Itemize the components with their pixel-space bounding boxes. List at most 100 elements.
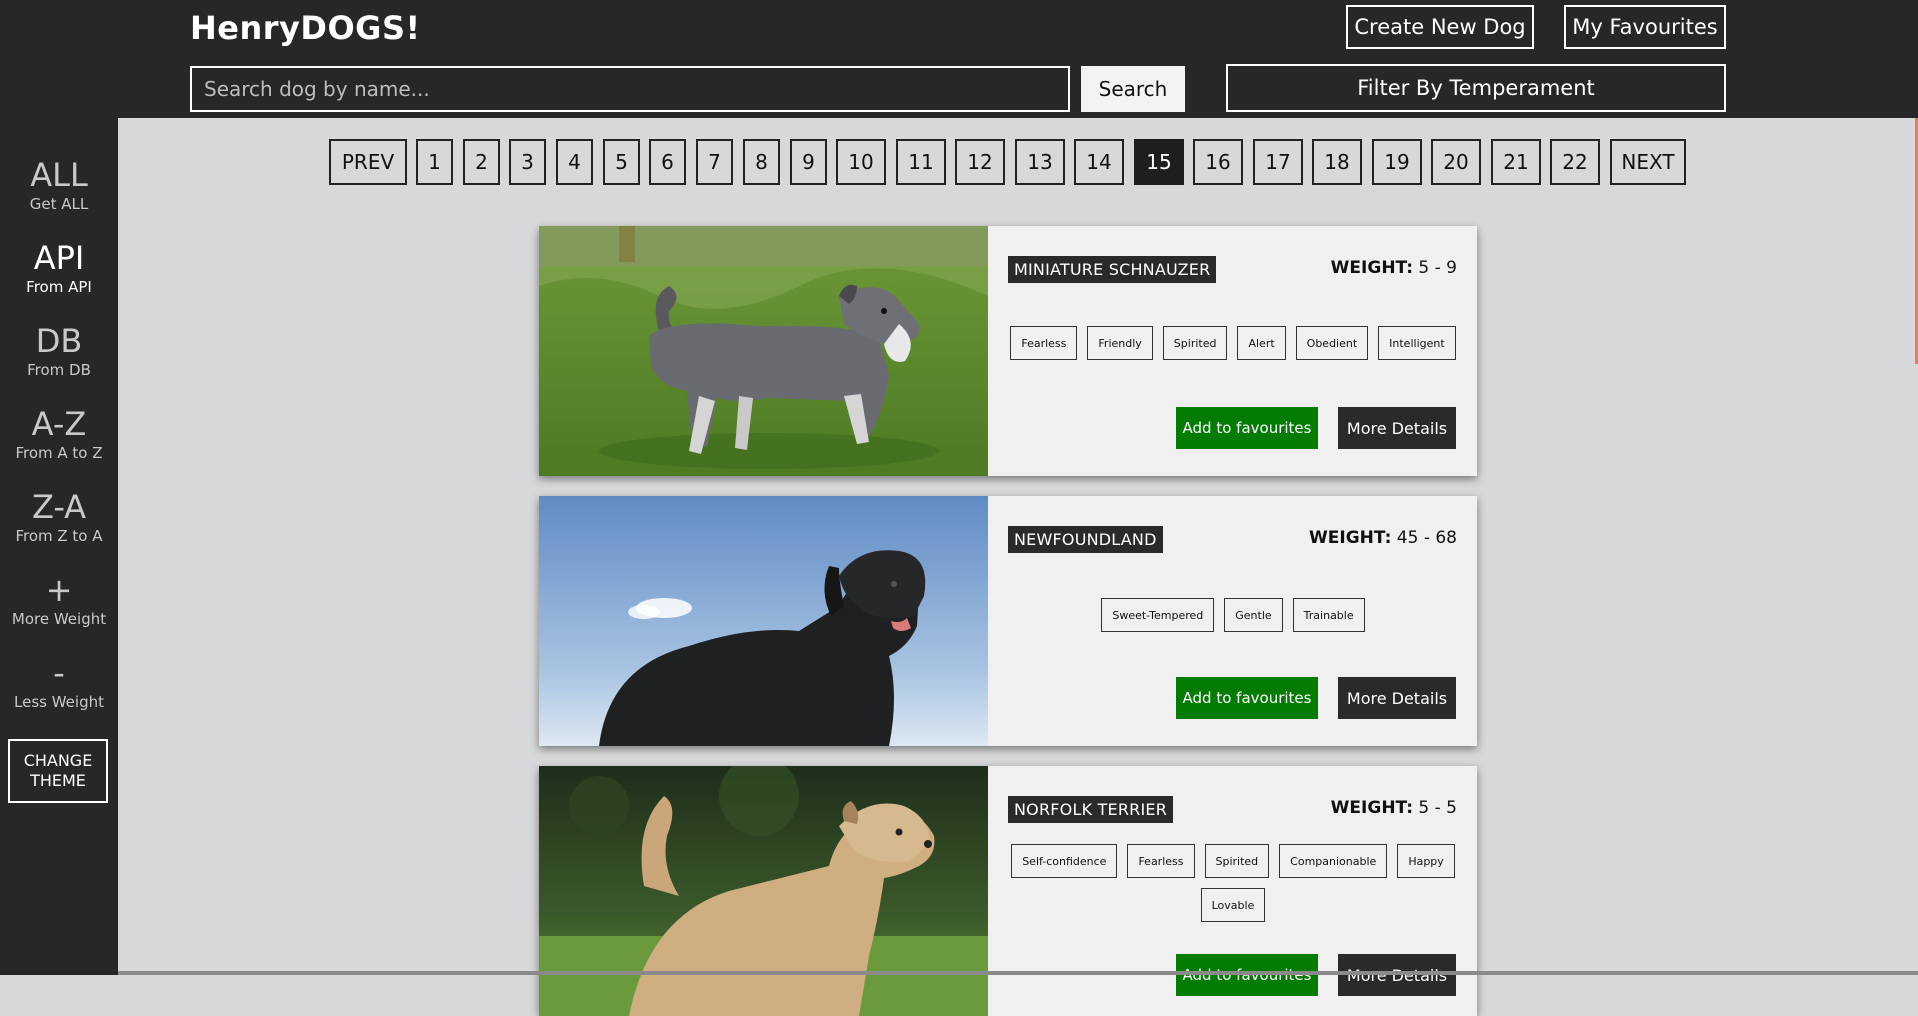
dog-name[interactable]: NORFOLK TERRIER bbox=[1008, 796, 1174, 823]
search-input[interactable] bbox=[190, 66, 1070, 112]
sidebar: ALL Get ALL API From API DB From DB A-Z … bbox=[0, 118, 118, 975]
page-button-22[interactable]: 22 bbox=[1550, 139, 1600, 185]
change-theme-button[interactable]: CHANGE THEME bbox=[8, 739, 108, 803]
sidebar-item-db[interactable]: DB From DB bbox=[0, 324, 118, 379]
dog-card: NORFOLK TERRIER WEIGHT: 5 - 5 Self-confi… bbox=[539, 766, 1477, 1016]
page-button-12[interactable]: 12 bbox=[955, 139, 1005, 185]
page-button-16[interactable]: 16 bbox=[1193, 139, 1243, 185]
page-button-2[interactable]: 2 bbox=[463, 139, 500, 185]
sidebar-item-subtitle: Get ALL bbox=[29, 195, 89, 213]
page-button-10[interactable]: 10 bbox=[836, 139, 886, 185]
sidebar-item-title: Z-A bbox=[31, 488, 87, 526]
dog-weight: WEIGHT: 5 - 9 bbox=[1331, 258, 1457, 278]
pagination-next-button[interactable]: NEXT bbox=[1610, 139, 1686, 185]
page-button-1[interactable]: 1 bbox=[416, 139, 453, 185]
page-button-4[interactable]: 4 bbox=[556, 139, 593, 185]
dog-name[interactable]: MINIATURE SCHNAUZER bbox=[1008, 256, 1217, 283]
dog-weight: WEIGHT: 45 - 68 bbox=[1309, 528, 1457, 548]
filter-temperament-button[interactable]: Filter By Temperament bbox=[1226, 64, 1726, 112]
dog-photo-miniature-schnauzer bbox=[539, 226, 988, 476]
weight-label: WEIGHT: bbox=[1309, 528, 1392, 548]
temperament-list: Fearless Friendly Spirited Alert Obedien… bbox=[1008, 326, 1458, 360]
temperament-tag: Sweet-Tempered bbox=[1101, 598, 1215, 632]
sidebar-item-subtitle: From API bbox=[26, 278, 92, 296]
page-button-13[interactable]: 13 bbox=[1015, 139, 1065, 185]
bottom-edge bbox=[0, 971, 1918, 975]
dog-card: NEWFOUNDLAND WEIGHT: 45 - 68 Sweet-Tempe… bbox=[539, 496, 1477, 746]
sidebar-item-a-z[interactable]: A-Z From A to Z bbox=[0, 407, 118, 462]
page-button-15-current[interactable]: 15 bbox=[1134, 139, 1184, 185]
theme-label-line-1: CHANGE bbox=[23, 751, 93, 770]
temperament-tag: Spirited bbox=[1162, 326, 1228, 360]
temperament-tag: Lovable bbox=[1200, 888, 1266, 922]
weight-label: WEIGHT: bbox=[1330, 258, 1414, 278]
dog-card: MINIATURE SCHNAUZER WEIGHT: 5 - 9 Fearle… bbox=[539, 226, 1477, 476]
add-to-favourites-button[interactable]: Add to favourites bbox=[1176, 677, 1318, 719]
pagination-prev-button[interactable]: PREV bbox=[329, 139, 407, 185]
page-button-17[interactable]: 17 bbox=[1253, 139, 1303, 185]
temperament-tag: Friendly bbox=[1087, 326, 1153, 360]
top-header: HenryDOGS! Create New Dog My Favourites … bbox=[0, 0, 1918, 118]
sidebar-item-title: - bbox=[53, 654, 65, 692]
sidebar-item-subtitle: More Weight bbox=[11, 610, 107, 628]
add-to-favourites-button[interactable]: Add to favourites bbox=[1176, 407, 1318, 449]
more-details-button[interactable]: More Details bbox=[1338, 677, 1456, 719]
sidebar-item-api[interactable]: API From API bbox=[0, 241, 118, 296]
weight-value: 45 - 68 bbox=[1396, 528, 1457, 548]
page-button-6[interactable]: 6 bbox=[649, 139, 686, 185]
page-button-3[interactable]: 3 bbox=[509, 139, 546, 185]
temperament-tag: Fearless bbox=[1127, 844, 1195, 878]
pagination: PREV 1 2 3 4 5 6 7 8 9 10 11 12 13 14 15… bbox=[0, 139, 1918, 187]
weight-value: 5 - 5 bbox=[1418, 798, 1457, 818]
sidebar-item-title: DB bbox=[35, 322, 83, 360]
page-button-21[interactable]: 21 bbox=[1491, 139, 1541, 185]
sidebar-item-title: A-Z bbox=[31, 405, 87, 443]
sidebar-item-title: ALL bbox=[30, 156, 88, 194]
page-button-7[interactable]: 7 bbox=[696, 139, 733, 185]
more-details-button[interactable]: More Details bbox=[1338, 954, 1456, 996]
temperament-tag: Fearless bbox=[1010, 326, 1078, 360]
temperament-tag: Obedient bbox=[1295, 326, 1369, 360]
dog-weight: WEIGHT: 5 - 5 bbox=[1331, 798, 1457, 818]
sidebar-item-more-weight[interactable]: + More Weight bbox=[0, 573, 118, 628]
page-button-8[interactable]: 8 bbox=[743, 139, 780, 185]
sidebar-item-z-a[interactable]: Z-A From Z to A bbox=[0, 490, 118, 545]
page-button-14[interactable]: 14 bbox=[1074, 139, 1124, 185]
sidebar-item-title: + bbox=[45, 571, 73, 609]
temperament-tag: Companionable bbox=[1279, 844, 1388, 878]
dog-name[interactable]: NEWFOUNDLAND bbox=[1008, 526, 1163, 553]
sidebar-item-subtitle: From A to Z bbox=[15, 444, 103, 462]
theme-label-line-2: THEME bbox=[30, 771, 86, 790]
sidebar-item-all[interactable]: ALL Get ALL bbox=[0, 158, 118, 213]
temperament-tag: Self-confidence bbox=[1011, 844, 1118, 878]
sidebar-item-subtitle: From Z to A bbox=[15, 527, 103, 545]
temperament-list: Self-confidence Fearless Spirited Compan… bbox=[1008, 844, 1458, 922]
sidebar-item-less-weight[interactable]: - Less Weight bbox=[0, 656, 118, 711]
page-button-19[interactable]: 19 bbox=[1372, 139, 1422, 185]
dog-photo-newfoundland bbox=[539, 496, 988, 746]
sidebar-item-subtitle: Less Weight bbox=[14, 693, 104, 711]
add-to-favourites-button[interactable]: Add to favourites bbox=[1176, 954, 1318, 996]
brand-logo[interactable]: HenryDOGS! bbox=[190, 9, 421, 47]
more-details-button[interactable]: More Details bbox=[1338, 407, 1456, 449]
weight-value: 5 - 9 bbox=[1418, 258, 1457, 278]
temperament-list: Sweet-Tempered Gentle Trainable bbox=[1008, 598, 1458, 632]
page-button-9[interactable]: 9 bbox=[790, 139, 827, 185]
sidebar-item-subtitle: From DB bbox=[27, 361, 91, 379]
page-button-18[interactable]: 18 bbox=[1312, 139, 1362, 185]
temperament-tag: Spirited bbox=[1204, 844, 1270, 878]
temperament-tag: Trainable bbox=[1292, 598, 1365, 632]
dog-photo-norfolk-terrier bbox=[539, 766, 988, 1016]
page-button-5[interactable]: 5 bbox=[603, 139, 640, 185]
temperament-tag: Intelligent bbox=[1378, 326, 1456, 360]
create-new-dog-button[interactable]: Create New Dog bbox=[1346, 5, 1534, 49]
temperament-tag: Happy bbox=[1397, 844, 1455, 878]
temperament-tag: Alert bbox=[1237, 326, 1286, 360]
sidebar-item-title: API bbox=[33, 239, 85, 277]
weight-label: WEIGHT: bbox=[1330, 798, 1414, 818]
page-button-11[interactable]: 11 bbox=[896, 139, 946, 185]
page-button-20[interactable]: 20 bbox=[1431, 139, 1481, 185]
temperament-tag: Gentle bbox=[1224, 598, 1283, 632]
my-favourites-button[interactable]: My Favourites bbox=[1564, 5, 1726, 49]
search-button[interactable]: Search bbox=[1081, 66, 1185, 112]
